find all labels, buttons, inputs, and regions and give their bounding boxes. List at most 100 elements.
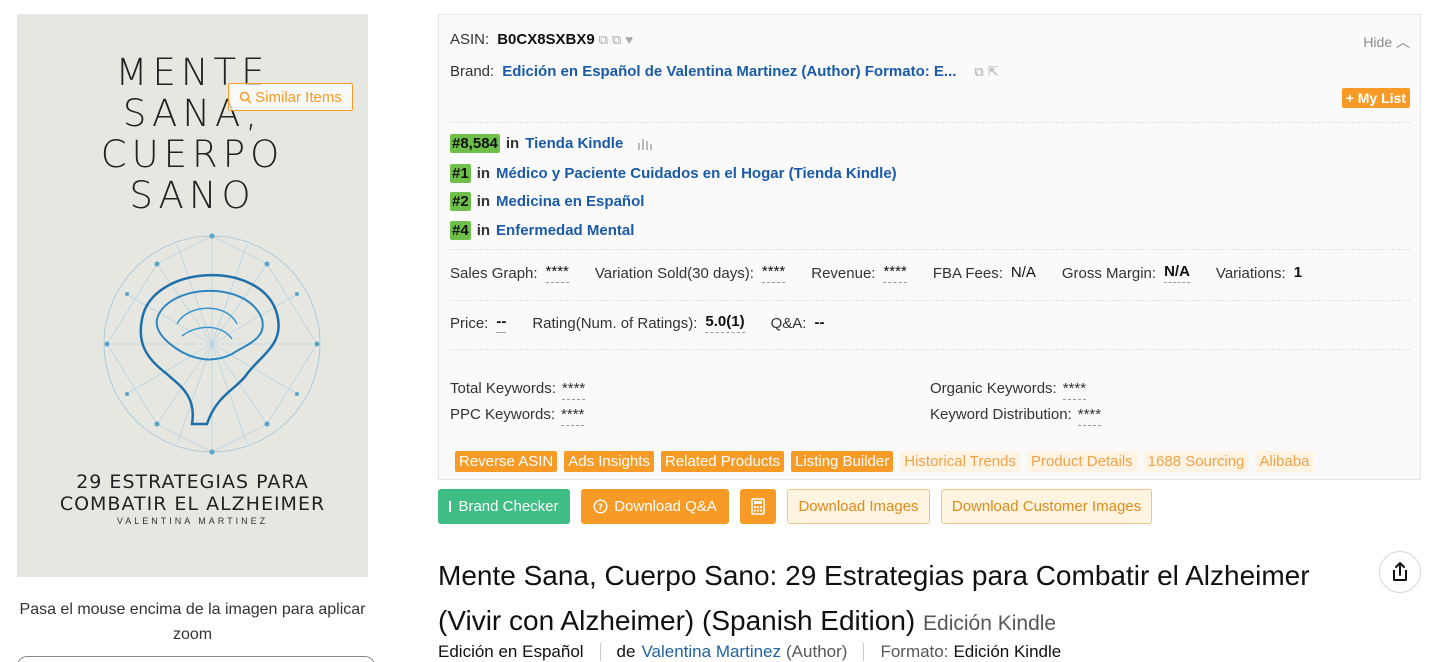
- calculator-icon: [751, 498, 765, 515]
- metrics-row: Sales Graph: **** Variation Sold(30 days)…: [450, 263, 1328, 283]
- kw-label: Keyword Distribution:: [930, 406, 1072, 423]
- rank-in: in: [476, 165, 491, 182]
- divider: [450, 300, 1410, 301]
- total-keywords: Total Keywords: ****: [450, 380, 586, 400]
- rating-metric: Rating(Num. of Ratings): 5.0(1): [532, 313, 745, 333]
- revenue-metric: Revenue: ****: [811, 263, 907, 283]
- cover-subtitle: 29 ESTRATEGIAS PARA COMBATIR EL ALZHEIME…: [59, 471, 326, 515]
- asin-value[interactable]: B0CX8SXBX9: [497, 31, 595, 48]
- historical-trends-button[interactable]: Historical Trends: [900, 451, 1020, 472]
- brand-link[interactable]: Edición en Español de Valentina Martinez…: [502, 63, 956, 80]
- asin-row: ASIN: B0CX8SXBX9 ⧉ ⧉ ♥: [450, 31, 633, 48]
- product-details-button[interactable]: Product Details: [1026, 451, 1137, 472]
- hide-label: Hide: [1363, 34, 1393, 50]
- rank-row: #4 in Enfermedad Mental: [450, 221, 634, 240]
- copy-icon[interactable]: ⧉: [974, 64, 983, 80]
- metric-label: Q&A:: [770, 314, 807, 332]
- fba-fees-metric: FBA Fees: N/A: [933, 264, 1036, 283]
- metric-value[interactable]: ****: [883, 263, 907, 283]
- alibaba-button[interactable]: Alibaba: [1255, 451, 1314, 472]
- rank-in: in: [476, 222, 491, 239]
- metric-label: FBA Fees:: [932, 264, 1003, 282]
- hide-toggle[interactable]: Hide ︿: [1363, 32, 1410, 52]
- listing-builder-button[interactable]: Listing Builder: [791, 451, 894, 472]
- metric-value: 1: [1293, 263, 1303, 281]
- share-icon: [1393, 562, 1407, 581]
- kw-value[interactable]: ****: [561, 380, 586, 400]
- download-qa-button[interactable]: ? Download Q&A: [581, 489, 729, 524]
- separator: [599, 643, 601, 661]
- rank-category-link[interactable]: Enfermedad Mental: [496, 222, 634, 239]
- product-image[interactable]: MENTE SANA, CUERPO SANO 29 ESTRATEGIAS P…: [17, 14, 368, 577]
- bar-chart-icon[interactable]: [637, 137, 655, 150]
- download-images-button[interactable]: Download Images: [787, 489, 930, 524]
- kw-value[interactable]: ****: [1062, 380, 1087, 400]
- copy-alt-icon[interactable]: ⧉: [612, 32, 621, 48]
- search-icon: [239, 91, 252, 104]
- rank-badge: #8,584: [450, 134, 500, 153]
- qa-metric: Q&A: --: [771, 314, 825, 333]
- metric-label: Gross Margin:: [1061, 264, 1157, 282]
- rank-row: #2 in Medicina en Español: [450, 192, 644, 211]
- my-list-button[interactable]: + My List: [1341, 88, 1410, 108]
- metric-label: Variations:: [1215, 264, 1286, 282]
- metric-value: --: [814, 313, 825, 331]
- keyword-distribution: Keyword Distribution: ****: [930, 406, 1102, 426]
- image-action-button[interactable]: [17, 656, 375, 662]
- related-products-button[interactable]: Related Products: [660, 451, 785, 472]
- variations-metric: Variations: 1: [1216, 264, 1302, 283]
- asin-label: ASIN:: [450, 31, 490, 48]
- metric-label: Revenue:: [811, 264, 876, 282]
- product-edition: Edición Kindle: [923, 612, 1057, 635]
- metric-label: Rating(Num. of Ratings):: [532, 314, 698, 332]
- ppc-keywords: PPC Keywords: ****: [450, 406, 585, 426]
- rank-badge: #2: [450, 192, 471, 211]
- rank-category-link[interactable]: Tienda Kindle: [525, 135, 623, 152]
- rank-in: in: [505, 135, 520, 152]
- metric-value[interactable]: N/A: [1164, 263, 1190, 283]
- cover-title: MENTE SANA, CUERPO SANO: [100, 51, 285, 217]
- download-qa-label: Download Q&A: [614, 498, 717, 515]
- divider: [450, 249, 1410, 250]
- rank-in: in: [476, 193, 491, 210]
- brand-row: Brand: Edición en Español de Valentina M…: [450, 63, 999, 80]
- byline: Edición en Español de Valentina Martinez…: [438, 642, 1061, 662]
- metric-value[interactable]: ****: [545, 263, 569, 283]
- calculator-button[interactable]: [740, 489, 776, 524]
- format-label: Formato:: [880, 642, 949, 661]
- sourcing-1688-button[interactable]: 1688 Sourcing: [1143, 451, 1249, 472]
- share-button[interactable]: [1379, 551, 1421, 593]
- action-buttons: Brand Checker ? Download Q&A Download Im…: [438, 489, 1152, 524]
- ads-insights-button[interactable]: Ads Insights: [564, 451, 654, 472]
- metric-label: Price:: [450, 314, 489, 332]
- kw-label: Organic Keywords:: [930, 380, 1057, 397]
- copy-icon[interactable]: ⧉: [599, 32, 608, 48]
- author-link[interactable]: Valentina Martinez: [641, 642, 781, 662]
- by-label: de: [616, 642, 636, 661]
- variation-sold-metric: Variation Sold(30 days): ****: [595, 263, 786, 283]
- metric-value[interactable]: ****: [761, 263, 786, 283]
- rank-row: #8,584 in Tienda Kindle: [450, 134, 655, 153]
- download-customer-images-button[interactable]: Download Customer Images: [941, 489, 1152, 524]
- brand-checker-button[interactable]: Brand Checker: [438, 489, 570, 524]
- cover-author: VALENTINA MARTINEZ: [116, 516, 269, 526]
- price-metric: Price: --: [450, 313, 507, 333]
- similar-items-button[interactable]: Similar Items: [228, 83, 353, 111]
- edition-label: Edición en Español: [438, 642, 584, 661]
- metric-value[interactable]: 5.0(1): [705, 313, 745, 333]
- product-title: Mente Sana, Cuerpo Sano: 29 Estrategias …: [438, 553, 1378, 646]
- rank-category-link[interactable]: Medicina en Español: [496, 193, 644, 210]
- metric-value[interactable]: --: [496, 313, 507, 333]
- external-link-icon[interactable]: ⇱: [988, 64, 999, 80]
- kw-value[interactable]: ****: [1077, 406, 1102, 426]
- sales-graph-metric: Sales Graph: ****: [450, 263, 569, 283]
- rank-category-link[interactable]: Médico y Paciente Cuidados en el Hogar (…: [496, 165, 897, 182]
- kw-label: PPC Keywords:: [450, 406, 556, 423]
- metrics-row: Price: -- Rating(Num. of Ratings): 5.0(1) …: [450, 313, 850, 333]
- svg-text:?: ?: [598, 503, 603, 513]
- rank-badge: #1: [450, 164, 471, 183]
- reverse-asin-button[interactable]: Reverse ASIN: [455, 451, 558, 472]
- rank-row: #1 in Médico y Paciente Cuidados en el H…: [450, 164, 897, 183]
- kw-value[interactable]: ****: [561, 406, 585, 426]
- heart-icon[interactable]: ♥: [625, 32, 633, 47]
